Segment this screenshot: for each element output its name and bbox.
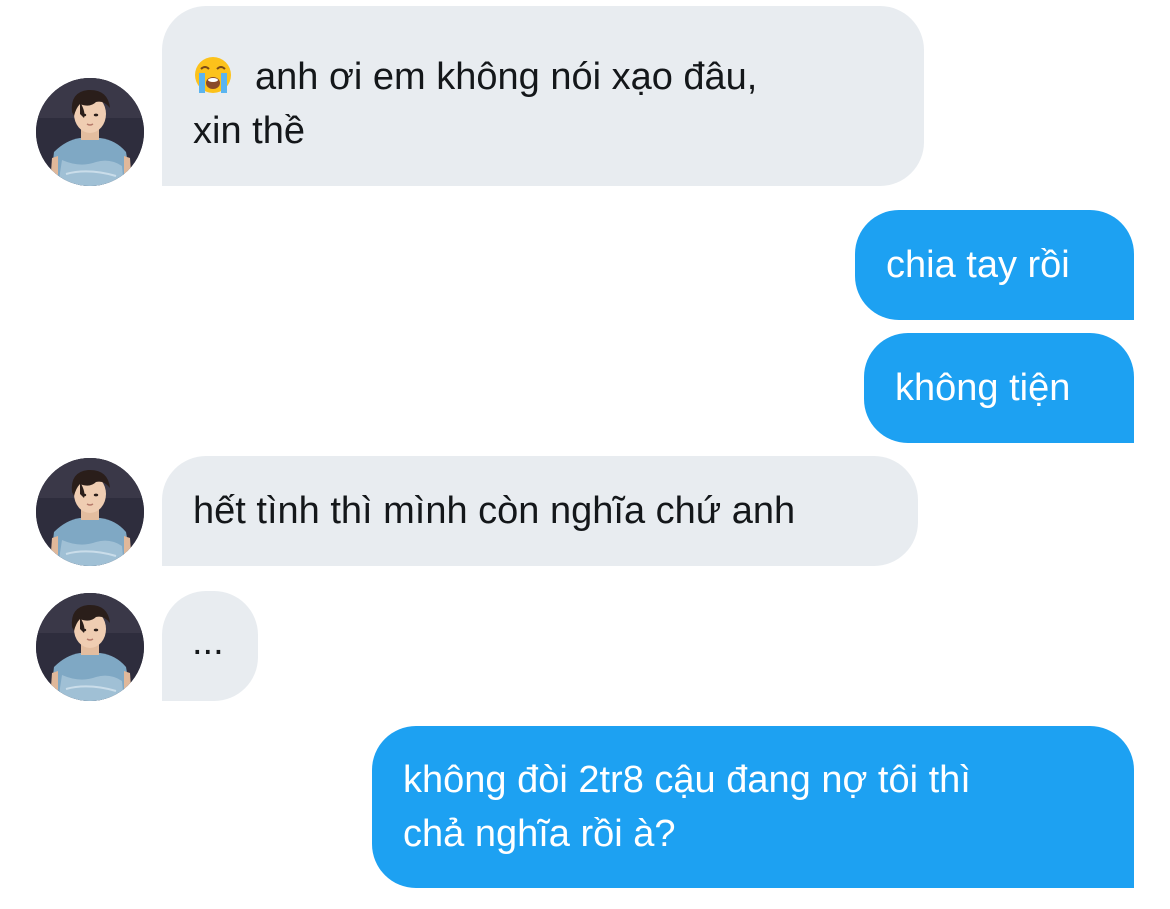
message-text: ... (192, 621, 224, 663)
message-bubble-incoming[interactable]: hết tình thì mình còn nghĩa chứ anh (162, 456, 918, 566)
profile-photo-icon (36, 593, 144, 701)
message-text: không đòi 2tr8 cậu đang nợ tôi thì (403, 759, 971, 801)
message-line: anh ơi em không nói xạo đâu, (193, 50, 893, 104)
message-bubble-outgoing[interactable]: chia tay rồi (855, 210, 1134, 320)
message-text: chả nghĩa rồi à? (403, 813, 676, 855)
message-thread: anh ơi em không nói xạo đâu, xin thề chi… (0, 0, 1170, 909)
avatar[interactable] (36, 458, 144, 566)
message-text: xin thề (193, 110, 305, 152)
avatar[interactable] (36, 78, 144, 186)
profile-photo-icon (36, 458, 144, 566)
message-bubble-incoming[interactable]: ... (162, 591, 258, 701)
message-text: anh ơi em không nói xạo đâu, (255, 56, 758, 98)
profile-photo-icon (36, 78, 144, 186)
avatar[interactable] (36, 593, 144, 701)
message-bubble-outgoing[interactable]: không đòi 2tr8 cậu đang nợ tôi thì chả n… (372, 726, 1134, 888)
message-bubble-outgoing[interactable]: không tiện (864, 333, 1134, 443)
message-bubble-incoming[interactable]: anh ơi em không nói xạo đâu, xin thề (162, 6, 924, 186)
message-text: chia tay rồi (886, 244, 1070, 286)
message-text: không tiện (895, 367, 1071, 409)
loudly-crying-face-icon (193, 55, 233, 95)
message-text: hết tình thì mình còn nghĩa chứ anh (193, 490, 796, 532)
